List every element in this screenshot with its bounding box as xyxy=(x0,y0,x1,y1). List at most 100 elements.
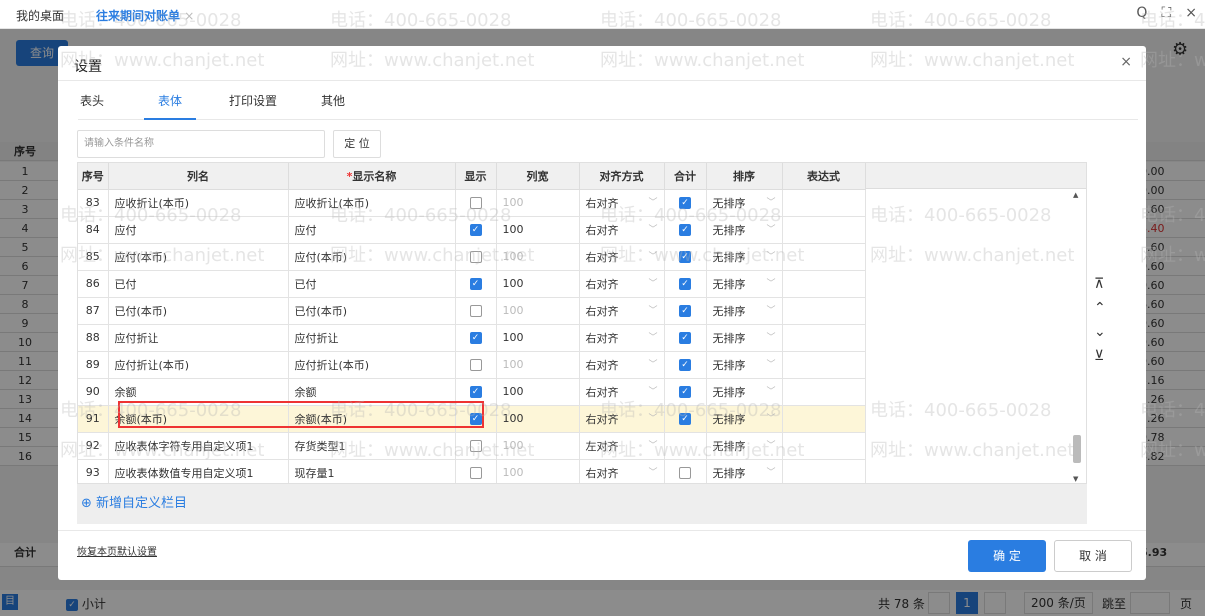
sort-select[interactable]: 无排序 ﹀ xyxy=(706,351,783,379)
expression-input[interactable] xyxy=(782,378,866,406)
search-input[interactable]: 请输入条件名称 xyxy=(77,130,325,158)
width-input[interactable]: 100 xyxy=(496,378,580,406)
sum-checkbox[interactable]: ✓ xyxy=(679,359,691,371)
sort-select[interactable]: 无排序 ﹀ xyxy=(706,324,783,352)
sum-checkbox[interactable]: ✓ xyxy=(679,251,691,263)
expression-input[interactable] xyxy=(782,189,866,217)
table-row[interactable]: 86 已付 已付 ✓ 100 右对齐 ﹀ ✓ 无排序 ﹀ xyxy=(78,270,866,298)
width-input[interactable]: 100 xyxy=(496,459,580,483)
width-input[interactable]: 100 xyxy=(496,189,580,217)
width-input[interactable]: 100 xyxy=(496,216,580,244)
close-window-icon[interactable]: × xyxy=(1185,5,1197,21)
sort-select[interactable]: 无排序 ﹀ xyxy=(706,297,783,325)
sum-checkbox[interactable]: ✓ xyxy=(679,386,691,398)
align-select[interactable]: 右对齐 ﹀ xyxy=(579,189,665,217)
align-select[interactable]: 右对齐 ﹀ xyxy=(579,459,665,483)
move-down-icon[interactable]: ⌄ xyxy=(1094,324,1106,340)
expression-input[interactable] xyxy=(782,432,866,460)
show-checkbox[interactable] xyxy=(469,197,482,209)
display-name-input[interactable]: 已付 xyxy=(288,270,456,298)
sum-checkbox[interactable]: ✓ xyxy=(679,413,691,425)
table-scrollbar[interactable]: ▲ ▼ xyxy=(1068,189,1086,483)
close-tab-icon[interactable]: × xyxy=(184,9,194,23)
expression-input[interactable] xyxy=(782,270,866,298)
table-row[interactable]: 92 应收表体字符专用自定义项1 存货类型1 100 左对齐 ﹀ 无排序 ﹀ xyxy=(78,432,866,460)
show-checkbox[interactable] xyxy=(469,440,482,452)
width-input[interactable]: 100 xyxy=(496,405,580,433)
display-name-input[interactable]: 应收折让(本币) xyxy=(288,189,456,217)
width-input[interactable]: 100 xyxy=(496,324,580,352)
display-name-input[interactable]: 现存量1 xyxy=(288,459,456,483)
sum-checkbox[interactable]: ✓ xyxy=(679,332,691,344)
align-select[interactable]: 右对齐 ﹀ xyxy=(579,243,665,271)
expression-input[interactable] xyxy=(782,351,866,379)
display-name-input[interactable]: 已付(本币) xyxy=(288,297,456,325)
sum-checkbox[interactable]: ✓ xyxy=(679,278,691,290)
close-icon[interactable]: × xyxy=(1120,54,1132,70)
sort-select[interactable]: 无排序 ﹀ xyxy=(706,459,783,483)
align-select[interactable]: 右对齐 ﹀ xyxy=(579,324,665,352)
expression-input[interactable] xyxy=(782,243,866,271)
tab-body[interactable]: 表体 xyxy=(144,92,197,120)
align-select[interactable]: 右对齐 ﹀ xyxy=(579,405,665,433)
table-row[interactable]: 84 应付 应付 ✓ 100 右对齐 ﹀ ✓ 无排序 ﹀ xyxy=(78,216,866,244)
sort-select[interactable]: 无排序 ﹀ xyxy=(706,216,783,244)
sort-select[interactable]: 无排序 ﹀ xyxy=(706,243,783,271)
width-input[interactable]: 100 xyxy=(496,351,580,379)
search-icon[interactable]: Q xyxy=(1136,5,1147,21)
move-bottom-icon[interactable]: ⊻ xyxy=(1094,348,1106,364)
sort-select[interactable]: 无排序 ﹀ xyxy=(706,189,783,217)
show-checkbox[interactable] xyxy=(469,305,482,317)
display-name-input[interactable]: 存货类型1 xyxy=(288,432,456,460)
locate-button[interactable]: 定 位 xyxy=(333,130,381,158)
move-top-icon[interactable]: ⊼ xyxy=(1094,276,1106,292)
move-up-icon[interactable]: ⌃ xyxy=(1094,300,1106,316)
expression-input[interactable] xyxy=(782,324,866,352)
expression-input[interactable] xyxy=(782,459,866,483)
tab-header[interactable]: 表头 xyxy=(80,92,104,120)
sort-select[interactable]: 无排序 ﹀ xyxy=(706,378,783,406)
align-select[interactable]: 右对齐 ﹀ xyxy=(579,270,665,298)
sort-select[interactable]: 无排序 ﹀ xyxy=(706,270,783,298)
sum-checkbox[interactable] xyxy=(679,467,691,479)
align-select[interactable]: 左对齐 ﹀ xyxy=(579,432,665,460)
expression-input[interactable] xyxy=(782,405,866,433)
table-row[interactable]: 89 应付折让(本币) 应付折让(本币) 100 右对齐 ﹀ ✓ 无排序 ﹀ xyxy=(78,351,866,379)
tab-other[interactable]: 其他 xyxy=(321,92,345,120)
show-checkbox[interactable]: ✓ xyxy=(469,278,482,290)
show-checkbox[interactable]: ✓ xyxy=(469,386,482,398)
align-select[interactable]: 右对齐 ﹀ xyxy=(579,216,665,244)
add-custom-column-button[interactable]: ⊕ 新增自定义栏目 xyxy=(77,484,1087,524)
width-input[interactable]: 100 xyxy=(496,432,580,460)
reset-defaults-link[interactable]: 恢复本页默认设置 xyxy=(77,543,157,558)
fullscreen-icon[interactable]: ⛶ xyxy=(1161,5,1171,21)
show-checkbox[interactable]: ✓ xyxy=(469,332,482,344)
tab-statement[interactable]: 往来期间对账单 × xyxy=(96,7,195,31)
sort-select[interactable]: 无排序 ﹀ xyxy=(706,432,783,460)
display-name-input[interactable]: 应付(本币) xyxy=(288,243,456,271)
show-checkbox[interactable] xyxy=(469,359,482,371)
table-row[interactable]: 87 已付(本币) 已付(本币) 100 右对齐 ﹀ ✓ 无排序 ﹀ xyxy=(78,297,866,325)
tab-print[interactable]: 打印设置 xyxy=(229,92,277,120)
table-row[interactable]: 85 应付(本币) 应付(本币) 100 右对齐 ﹀ ✓ 无排序 ﹀ xyxy=(78,243,866,271)
sort-select[interactable]: 无排序 ﹀ xyxy=(706,405,783,433)
tab-home[interactable]: 我的桌面 xyxy=(16,7,64,24)
align-select[interactable]: 右对齐 ﹀ xyxy=(579,297,665,325)
table-row[interactable]: 88 应付折让 应付折让 ✓ 100 右对齐 ﹀ ✓ 无排序 ﹀ xyxy=(78,324,866,352)
show-checkbox[interactable]: ✓ xyxy=(469,224,482,236)
sum-checkbox[interactable]: ✓ xyxy=(679,197,691,209)
show-checkbox[interactable] xyxy=(469,467,482,479)
table-row[interactable]: 83 应收折让(本币) 应收折让(本币) 100 右对齐 ﹀ ✓ 无排序 ﹀ xyxy=(78,189,866,217)
expression-input[interactable] xyxy=(782,216,866,244)
align-select[interactable]: 右对齐 ﹀ xyxy=(579,351,665,379)
sum-checkbox[interactable]: ✓ xyxy=(679,305,691,317)
width-input[interactable]: 100 xyxy=(496,297,580,325)
width-input[interactable]: 100 xyxy=(496,243,580,271)
display-name-input[interactable]: 应付 xyxy=(288,216,456,244)
ok-button[interactable]: 确 定 xyxy=(968,540,1046,572)
sum-checkbox[interactable]: ✓ xyxy=(679,224,691,236)
cancel-button[interactable]: 取 消 xyxy=(1054,540,1132,572)
width-input[interactable]: 100 xyxy=(496,270,580,298)
expression-input[interactable] xyxy=(782,297,866,325)
display-name-input[interactable]: 应付折让(本币) xyxy=(288,351,456,379)
